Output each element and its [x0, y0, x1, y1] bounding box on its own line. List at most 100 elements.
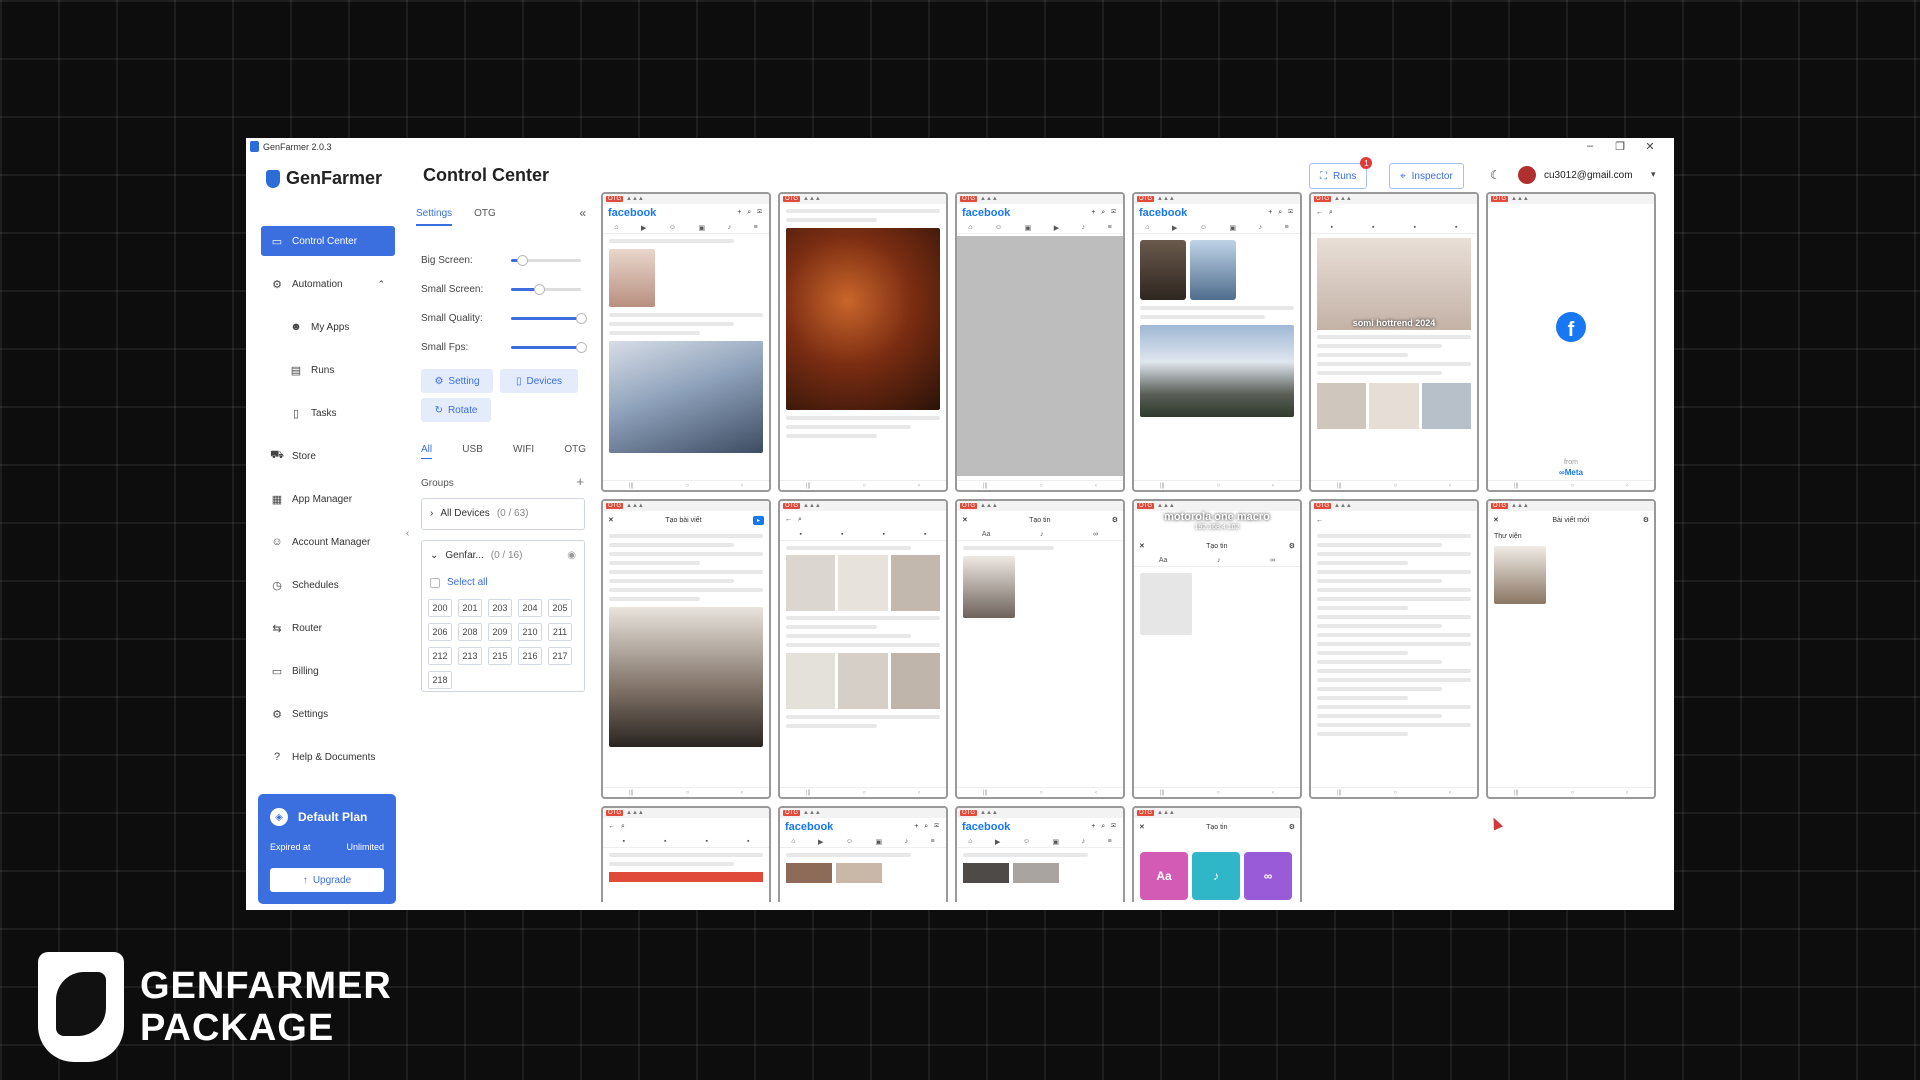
- device-chip[interactable]: 211: [548, 623, 572, 641]
- device-screen[interactable]: OTG ▲▲▲ ← ⌕ ▪ ▪ ▪ ▪ ||| ○ ‹: [778, 499, 948, 799]
- screen-title: Tạo tin: [1206, 823, 1228, 831]
- brand: GenFarmer: [266, 168, 382, 189]
- facebook-logo: facebook: [962, 207, 1011, 219]
- device-chip[interactable]: 201: [458, 599, 482, 617]
- device-chip[interactable]: 203: [488, 599, 512, 617]
- tab-otg[interactable]: OTG: [474, 208, 496, 226]
- gear-icon: ⚙: [434, 375, 444, 387]
- eye-icon[interactable]: ◉: [567, 550, 576, 561]
- music-story-tile[interactable]: ♪: [1192, 852, 1240, 900]
- nav-store[interactable]: ⛟ Store: [261, 441, 395, 471]
- device-chip[interactable]: 209: [488, 623, 512, 641]
- sidebar-collapse-icon[interactable]: ‹: [406, 528, 409, 539]
- post-image: [786, 228, 940, 410]
- tab-bar: ⌂ ☺ ▣ ▶ ♪ ≡: [957, 222, 1123, 234]
- select-all-checkbox[interactable]: [430, 577, 440, 588]
- setting-button[interactable]: ⚙ Setting: [421, 369, 493, 393]
- inspector-button[interactable]: ⌖ Inspector: [1389, 163, 1464, 189]
- all-devices-group[interactable]: › All Devices (0 / 63): [421, 498, 585, 530]
- device-chip[interactable]: 215: [488, 647, 512, 665]
- nav-tasks[interactable]: ▯ Tasks: [280, 398, 395, 428]
- monitor-icon: ▭: [271, 235, 283, 248]
- device-chip[interactable]: 216: [518, 647, 542, 665]
- device-chip[interactable]: 206: [428, 623, 452, 641]
- nav-billing[interactable]: ▭ Billing: [261, 656, 395, 686]
- upgrade-button[interactable]: ↑ Upgrade: [270, 868, 384, 892]
- nav-label: Help & Documents: [292, 751, 376, 763]
- nav-label: Account Manager: [292, 536, 371, 548]
- watermark-line-1: GENFARMER: [140, 965, 392, 1007]
- minimize-icon[interactable]: –: [1582, 140, 1598, 152]
- device-screen[interactable]: OTG ▲▲▲ ✕ Tạo tin ⚙ Aa ♪ ∞ ||| ○ ‹: [955, 499, 1125, 799]
- nav-help[interactable]: ? Help & Documents: [261, 742, 395, 772]
- wolf-logo-icon: [38, 952, 124, 1062]
- small-quality-slider[interactable]: [511, 312, 587, 324]
- nav-schedules[interactable]: ◷ Schedules: [261, 570, 395, 600]
- chevron-down-icon[interactable]: ▾: [1651, 169, 1656, 180]
- device-screen[interactable]: OTG ▲▲▲ f from ∞Meta ||| ○ ‹: [1486, 192, 1656, 492]
- clock-icon: ◷: [272, 579, 282, 592]
- group-header[interactable]: ⌄ Genfar... (0 / 16): [430, 550, 522, 561]
- rotate-button[interactable]: ↻ Rotate: [421, 398, 491, 422]
- device-screen[interactable]: OTG ▲▲▲ ||| ○ ‹: [778, 192, 948, 492]
- device-chip[interactable]: 208: [458, 623, 482, 641]
- small-screen-slider[interactable]: [511, 283, 581, 295]
- group-count: (0 / 16): [490, 550, 523, 561]
- nav-app-manager[interactable]: ▦ App Manager: [261, 484, 395, 514]
- device-screen[interactable]: OTG ▲▲▲ ✕ Tạo bài viết ▸ ||| ○ ‹: [601, 499, 771, 799]
- text-story-tile[interactable]: Aa: [1140, 852, 1188, 900]
- genfarmer-window: GenFarmer 2.0.3 – ❐ ✕ GenFarmer ▭ Contro…: [246, 138, 1674, 910]
- add-group-icon[interactable]: +: [576, 474, 584, 489]
- device-chip[interactable]: 212: [428, 647, 452, 665]
- filter-all[interactable]: All: [421, 444, 433, 459]
- nav-router[interactable]: ⇆ Router: [261, 613, 395, 643]
- device-screen[interactable]: OTG ▲▲▲ ✕ Bài viết mới ⚙ Thư viện ||| ○ ‹: [1486, 499, 1656, 799]
- device-screen[interactable]: OTG ▲▲▲ ← ⌕ ▪ ▪ ▪ ▪ somi hottrend 2024 ||| ○ ‹: [1309, 192, 1479, 492]
- nav-settings[interactable]: ⚙ Settings: [261, 699, 395, 729]
- device-screen[interactable]: OTG ▲▲▲ facebook + ⌕ ✉ ⌂ ▶ ☺ ▣ ♪ ≡: [955, 806, 1125, 902]
- device-chip[interactable]: 210: [518, 623, 542, 641]
- filter-wifi[interactable]: WIFI: [513, 444, 534, 459]
- filter-usb[interactable]: USB: [462, 444, 483, 459]
- device-screen[interactable]: OTG ▲▲▲ ✕ Tạo tin ⚙ Aa ♪ ∞: [1132, 806, 1302, 902]
- nav-control-center[interactable]: ▭ Control Center: [261, 226, 395, 256]
- device-chip[interactable]: 213: [458, 647, 482, 665]
- avatar[interactable]: [1518, 166, 1536, 184]
- maximize-icon[interactable]: ❐: [1612, 140, 1628, 153]
- nav-my-apps[interactable]: ☻ My Apps: [280, 312, 395, 342]
- select-all[interactable]: Select all: [430, 577, 488, 588]
- device-screen[interactable]: OTG ▲▲▲ facebook + ⌕ ✉ ⌂ ☺ ▣ ▶ ♪ ≡ ||| ○ ‹: [955, 192, 1125, 492]
- boomerang-story-tile[interactable]: ∞: [1244, 852, 1292, 900]
- connection-filter: All USB WIFI OTG: [421, 444, 586, 459]
- device-chip[interactable]: 217: [548, 647, 572, 665]
- device-screen[interactable]: OTG ▲▲▲ facebook + ⌕ ✉ ⌂ ▶ ☺ ▣ ♪ ≡ ||| ○ ‹: [1132, 192, 1302, 492]
- theme-moon-icon[interactable]: ☾: [1490, 168, 1501, 182]
- device-chip[interactable]: 218: [428, 671, 452, 689]
- control-panel: Settings OTG « Big Screen: Small Screen:…: [414, 200, 588, 900]
- panel-collapse-icon[interactable]: «: [579, 206, 586, 220]
- device-screen[interactable]: OTG ▲▲▲ motorola one macro 192.168.4.102 …: [1132, 499, 1302, 799]
- devices-button[interactable]: ▯ Devices: [500, 369, 578, 393]
- story-thumbnail: [1140, 240, 1186, 300]
- tab-settings[interactable]: Settings: [416, 208, 453, 226]
- device-screen[interactable]: OTG ▲▲▲ facebook + ⌕ ✉ ⌂ ▶ ☺ ▣ ♪ ≡ ||| ○ ‹: [601, 192, 771, 492]
- device-chip[interactable]: 204: [518, 599, 542, 617]
- close-icon[interactable]: ✕: [1642, 140, 1658, 153]
- device-chip[interactable]: 205: [548, 599, 572, 617]
- device-screen[interactable]: OTG ▲▲▲ ← ⌕ ▪ ▪ ▪ ▪: [601, 806, 771, 902]
- device-chip[interactable]: 200: [428, 599, 452, 617]
- device-screen[interactable]: OTG ▲▲▲ ← ||| ○ ‹: [1309, 499, 1479, 799]
- back-search-icons: ← ⌕: [608, 823, 627, 830]
- filter-otg[interactable]: OTG: [564, 444, 586, 459]
- device-screen[interactable]: OTG ▲▲▲ facebook + ⌕ ✉ ⌂ ▶ ☺ ▣ ♪ ≡: [778, 806, 948, 902]
- groups-label: Groups: [421, 478, 454, 489]
- nav-automation[interactable]: ⚙ Automation ⌃: [261, 269, 395, 299]
- inspector-label: Inspector: [1411, 170, 1453, 182]
- user-email[interactable]: cu3012@gmail.com: [1544, 170, 1633, 181]
- runs-button[interactable]: ⛶ Runs 1: [1309, 157, 1373, 189]
- big-screen-slider[interactable]: [511, 254, 581, 266]
- nav-account-manager[interactable]: ☺ Account Manager: [261, 527, 395, 557]
- tab-bar: ⌂ ▶ ☺ ▣ ♪ ≡: [1134, 222, 1300, 234]
- small-fps-slider[interactable]: [511, 341, 587, 353]
- nav-runs[interactable]: ▤ Runs: [280, 355, 395, 385]
